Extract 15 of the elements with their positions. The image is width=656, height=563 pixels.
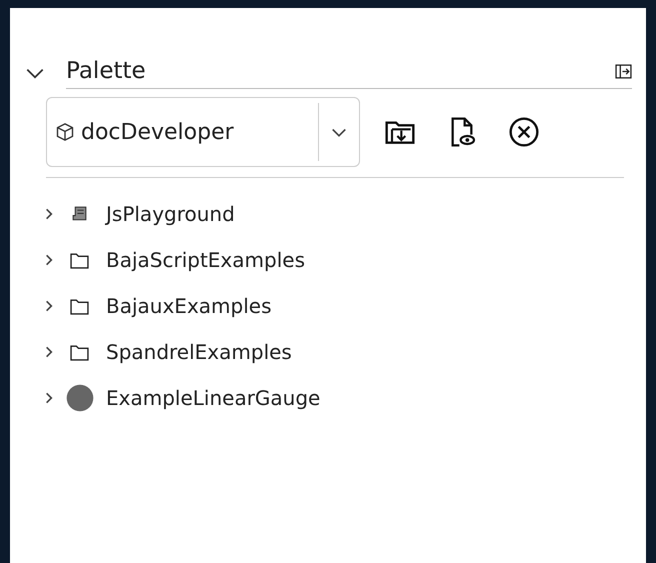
cube-icon xyxy=(55,122,75,142)
tree-item[interactable]: SpandrelExamples xyxy=(106,340,292,364)
close-icon[interactable] xyxy=(508,116,540,148)
folder-icon xyxy=(70,344,89,360)
circle-icon xyxy=(66,384,94,412)
scroll-icon xyxy=(70,206,89,222)
folder-icon xyxy=(70,298,89,314)
panel-title: Palette xyxy=(66,58,146,84)
palette-dropdown[interactable]: docDeveloper xyxy=(46,97,360,167)
tree-item[interactable]: BajaScriptExamples xyxy=(106,248,305,272)
dock-icon[interactable] xyxy=(615,62,632,80)
tree-item[interactable]: JsPlayground xyxy=(106,202,235,226)
tree-item[interactable]: BajauxExamples xyxy=(106,294,272,318)
folder-icon xyxy=(70,252,89,268)
tree-item[interactable]: ExampleLinearGauge xyxy=(106,386,320,410)
